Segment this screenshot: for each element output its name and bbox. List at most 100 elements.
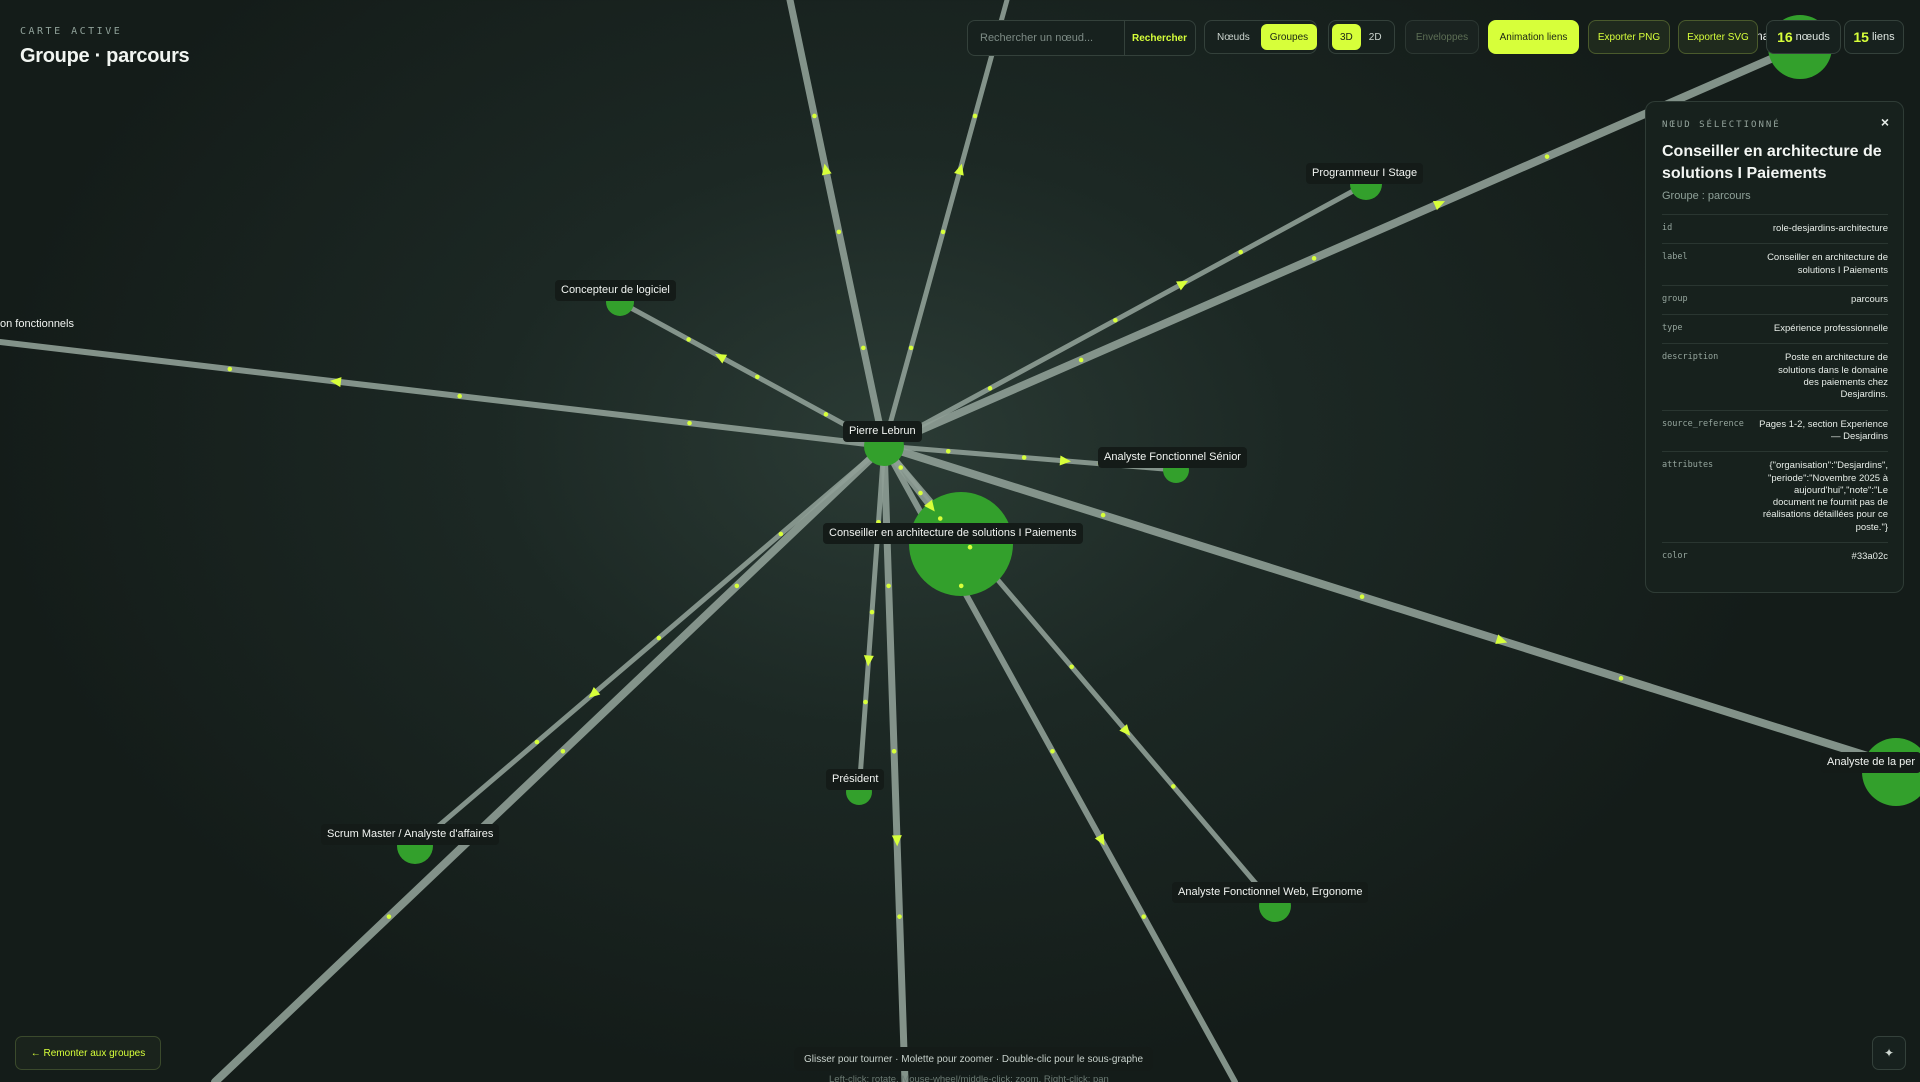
attr-row-group: group parcours [1662, 284, 1888, 314]
node-label-selected[interactable]: Conseiller en architecture de solutions … [823, 523, 1083, 544]
attribute-list: id role-desjardins-architecture label Co… [1662, 214, 1888, 571]
link-particle [386, 914, 392, 919]
view-3d-button[interactable]: 3D [1332, 24, 1361, 50]
attr-key: color [1662, 551, 1688, 562]
link-particle [972, 113, 978, 119]
link-particle [1238, 249, 1243, 255]
node-selected[interactable] [909, 492, 1013, 596]
envelopes-button[interactable]: Enveloppes [1405, 20, 1479, 54]
attr-key: id [1662, 223, 1673, 233]
node-label-center[interactable]: Pierre Lebrun [843, 421, 922, 442]
panel-kicker: NŒUD SÉLECTIONNÉ [1662, 120, 1781, 130]
link-particle [560, 748, 566, 754]
node-label-fonctionnels[interactable]: on fonctionnels [0, 314, 80, 335]
node-label-concepteur[interactable]: Concepteur de logiciel [555, 280, 676, 301]
edge-programmeur [881, 181, 1369, 449]
controls-hint-secondary: Left-click: rotate, Mouse-wheel/middle-c… [829, 1074, 1109, 1082]
link-particle [778, 531, 784, 537]
mode-groups-button[interactable]: Groupes [1260, 24, 1318, 50]
link-particle [457, 393, 462, 399]
link-particle [1544, 154, 1550, 159]
link-particle [754, 374, 760, 380]
link-particle [812, 113, 817, 119]
attr-row-attributes: attributes {"organisation":"Desjardins",… [1662, 451, 1888, 542]
attr-value: role-desjardins-architecture [1772, 223, 1888, 234]
attr-key: label [1662, 252, 1688, 263]
link-particle [958, 583, 964, 589]
node-label-web[interactable]: Analyste Fonctionnel Web, Ergonome [1172, 882, 1369, 903]
link-arrow-icon [329, 377, 342, 388]
map-title-block: CARTE ACTIVE Groupe · parcours [20, 26, 190, 68]
attr-value: Poste en architecture de solutions dans … [1778, 352, 1888, 401]
back-to-groups-button[interactable]: ← Remonter aux groupes [15, 1036, 161, 1070]
link-particle [656, 635, 662, 641]
link-particle [1021, 455, 1027, 460]
link-particle [823, 412, 829, 417]
mode-nodes-button[interactable]: Nœuds [1208, 24, 1259, 50]
search-input[interactable] [970, 23, 1130, 53]
attr-row-type: type Expérience professionnelle [1662, 314, 1888, 343]
search-button[interactable]: Rechercher [1124, 21, 1194, 55]
nodes-count-badge: 16 nœuds [1766, 20, 1841, 54]
link-particle [918, 490, 923, 496]
link-particle [1171, 784, 1176, 789]
link-particle [945, 448, 951, 454]
edge-top-left [786, 0, 888, 450]
attr-value: Expérience professionnelle [1773, 323, 1888, 335]
panel-title: Conseiller en architecture de solutions … [1662, 143, 1882, 182]
link-particle [967, 544, 973, 550]
animation-links-button[interactable]: Animation liens [1488, 20, 1579, 54]
link-particle [863, 699, 868, 705]
link-particle [908, 345, 914, 351]
link-particle [1050, 748, 1055, 754]
link-particle [891, 748, 897, 754]
link-arrow-icon [1059, 455, 1072, 466]
export-png-button[interactable]: Exporter PNG [1588, 20, 1670, 54]
search-group: Rechercher [967, 20, 1196, 56]
link-particle [987, 386, 993, 391]
link-particle [897, 914, 902, 919]
node-label-president[interactable]: Président [826, 769, 885, 790]
link-particle [734, 583, 740, 589]
node-label-performance[interactable]: Analyste de la per [1821, 752, 1920, 773]
close-icon[interactable]: × [1881, 114, 1889, 130]
view-toggle: 3D 2D [1328, 20, 1395, 54]
sparkle-icon[interactable]: ✦ [1872, 1036, 1906, 1070]
link-particle [1113, 317, 1118, 323]
link-particle [1618, 676, 1624, 681]
node-label-senior[interactable]: Analyste Fonctionnel Sénior [1098, 447, 1247, 468]
link-particle [1141, 914, 1147, 919]
links-count-badge: 15 liens [1844, 20, 1904, 54]
attr-key: description [1662, 352, 1719, 363]
panel-subtitle: Groupe : parcours [1662, 190, 1751, 202]
map-kicker: CARTE ACTIVE [20, 26, 123, 37]
attr-row-source-reference: source_reference Pages 1-2, section Expe… [1662, 409, 1888, 452]
links-unit: liens [1871, 31, 1895, 43]
link-particle [836, 229, 842, 235]
attr-key: group [1662, 293, 1688, 304]
link-particle [534, 739, 540, 745]
node-label-programmeur[interactable]: Programmeur I Stage [1306, 163, 1424, 184]
link-particle [686, 337, 691, 342]
attr-value: {"organisation":"Desjardins", "periode":… [1762, 460, 1888, 533]
link-particle [1078, 357, 1084, 363]
export-svg-button[interactable]: Exporter SVG [1678, 20, 1758, 54]
link-particle [1311, 256, 1317, 261]
view-2d-button[interactable]: 2D [1363, 24, 1388, 50]
attr-value: Conseiller en architecture de solutions … [1767, 252, 1888, 276]
selected-node-panel: NŒUD SÉLECTIONNÉ × Conseiller en archite… [1645, 101, 1904, 593]
node-label-scrum[interactable]: Scrum Master / Analyste d'affaires [321, 824, 500, 845]
attr-key: attributes [1662, 460, 1714, 471]
attr-row-color: color #33a02c [1662, 542, 1888, 571]
map-title: Groupe · parcours [20, 45, 190, 67]
link-particle [940, 229, 946, 235]
edge-president [856, 443, 887, 795]
attr-row-id: id role-desjardins-architecture [1662, 214, 1888, 243]
attr-value: parcours [1851, 293, 1888, 305]
links-count: 15 [1853, 29, 1869, 45]
link-particle [1359, 594, 1365, 600]
link-particle [687, 420, 692, 426]
link-particle [869, 609, 875, 615]
link-particle [898, 465, 904, 470]
nodes-count: 16 [1777, 29, 1793, 45]
